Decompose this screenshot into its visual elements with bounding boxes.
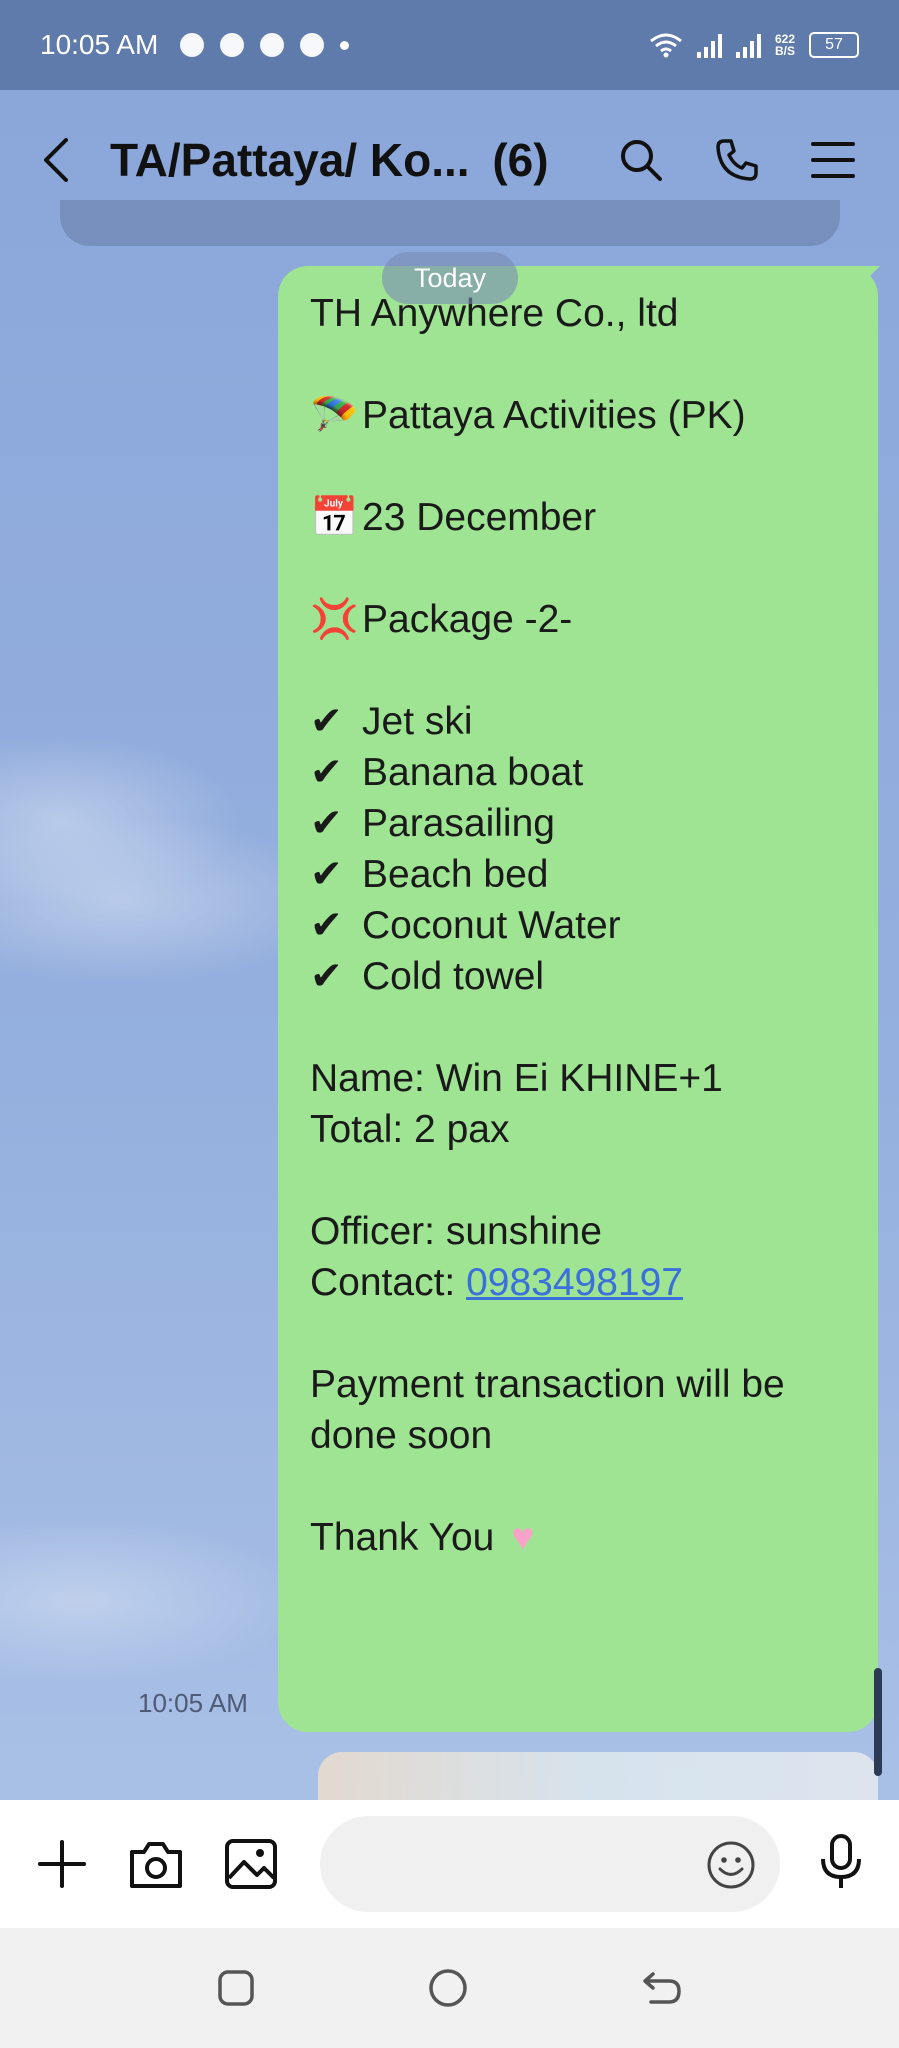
home-button[interactable] <box>427 1967 469 2009</box>
notification-icons <box>180 33 350 57</box>
chat-notification-icon <box>180 33 205 57</box>
check-mark-icon: ✔ <box>310 750 343 795</box>
status-time: 10:05 AM <box>40 29 159 60</box>
message-bubble[interactable]: TH Anywhere Co., ltd 🪂Pattaya Activities… <box>278 266 878 1732</box>
anger-symbol-icon: 💢 <box>310 597 359 642</box>
system-navigation-bar <box>0 1928 899 2048</box>
check-mark-icon: ✔ <box>310 852 343 897</box>
microphone-icon <box>821 1833 861 1888</box>
pink-heart-icon: ♥ <box>511 1516 535 1559</box>
camera-icon[interactable] <box>128 1838 184 1890</box>
check-mark-icon: ✔ <box>310 699 343 744</box>
line-notification-icon <box>300 33 325 57</box>
search-icon <box>621 140 662 181</box>
package-item: ✔ Jet ski <box>310 696 844 747</box>
message-package-line: 💢Package -2- <box>310 594 844 645</box>
image-message-preview[interactable] <box>318 1752 878 1802</box>
menu-button[interactable] <box>807 134 859 186</box>
message-officer: Officer: sunshine <box>310 1210 602 1253</box>
signal-roaming-icon <box>735 32 761 58</box>
viber-notification-icon <box>220 33 245 57</box>
message-timestamp: 10:05 AM <box>138 1688 248 1718</box>
message-total: Total: 2 pax <box>310 1108 510 1151</box>
message-activity-line: 🪂Pattaya Activities (PK) <box>310 390 844 441</box>
message-payment-line-1: Payment transaction will be <box>310 1363 785 1406</box>
battery-icon: 57 <box>809 32 859 58</box>
more-notifications-icon <box>340 40 350 50</box>
plus-icon[interactable] <box>36 1838 88 1890</box>
gallery-icon[interactable] <box>224 1838 278 1890</box>
message-activity: Pattaya Activities (PK) <box>362 394 746 437</box>
parachute-icon: 🪂 <box>310 393 359 438</box>
input-actions <box>36 1838 278 1890</box>
member-count: (6) <box>492 134 549 186</box>
signal-icon <box>696 32 722 58</box>
package-item: ✔ Beach bed <box>310 849 844 900</box>
header-actions <box>615 134 859 186</box>
check-mark-icon: ✔ <box>310 801 343 846</box>
back-button[interactable] <box>40 130 90 190</box>
message-thanks: Thank You <box>310 1516 495 1559</box>
network-speed: 622 B/S <box>775 33 795 57</box>
date-divider: Today <box>382 252 518 304</box>
check-mark-icon: ✔ <box>310 954 343 999</box>
search-button[interactable] <box>615 134 667 186</box>
package-item: ✔ Cold towel <box>310 951 844 1002</box>
package-item: ✔ Parasailing <box>310 798 844 849</box>
message-input-bar <box>0 1800 899 1928</box>
wifi-icon <box>650 33 682 58</box>
contact-label: Contact: <box>310 1261 467 1304</box>
status-indicators: 622 B/S 57 <box>649 32 859 58</box>
messenger-notification-icon <box>260 33 285 57</box>
chat-title[interactable]: TA/Pattaya/ Ko... (6) <box>110 133 549 187</box>
package-item: ✔ Banana boat <box>310 747 844 798</box>
back-nav-button[interactable] <box>641 1968 683 2008</box>
network-speed-unit: B/S <box>774 44 795 58</box>
message-package: Package -2- <box>362 598 573 641</box>
message-contact-line: Contact: 0983498197 <box>310 1257 844 1308</box>
hamburger-menu-icon <box>811 142 855 178</box>
emoji-icon[interactable] <box>706 1840 756 1890</box>
phone-icon <box>716 139 758 181</box>
check-mark-icon: ✔ <box>310 903 343 948</box>
package-item: ✔ Coconut Water <box>310 900 844 951</box>
message-date-line: 📅23 December <box>310 492 844 543</box>
chevron-left-icon <box>44 138 68 182</box>
voice-button[interactable] <box>819 1833 863 1896</box>
message-payment-line-2: done soon <box>310 1414 493 1457</box>
recent-apps-button[interactable] <box>216 1968 256 2008</box>
message-date: 23 December <box>362 496 597 539</box>
pinned-announcement[interactable] <box>60 200 840 246</box>
calendar-icon: 📅 <box>310 495 359 540</box>
scrollbar[interactable] <box>874 1668 882 1776</box>
chat-title-text: TA/Pattaya/ Ko... <box>110 134 470 186</box>
message-thanks-line: Thank You ♥ <box>310 1512 844 1563</box>
status-bar: 10:05 AM 622 B/S 57 <box>0 0 899 90</box>
contact-phone-link[interactable]: 0983498197 <box>466 1261 683 1304</box>
message-name: Name: Win Ei KHINE+1 <box>310 1057 723 1100</box>
call-button[interactable] <box>711 134 763 186</box>
